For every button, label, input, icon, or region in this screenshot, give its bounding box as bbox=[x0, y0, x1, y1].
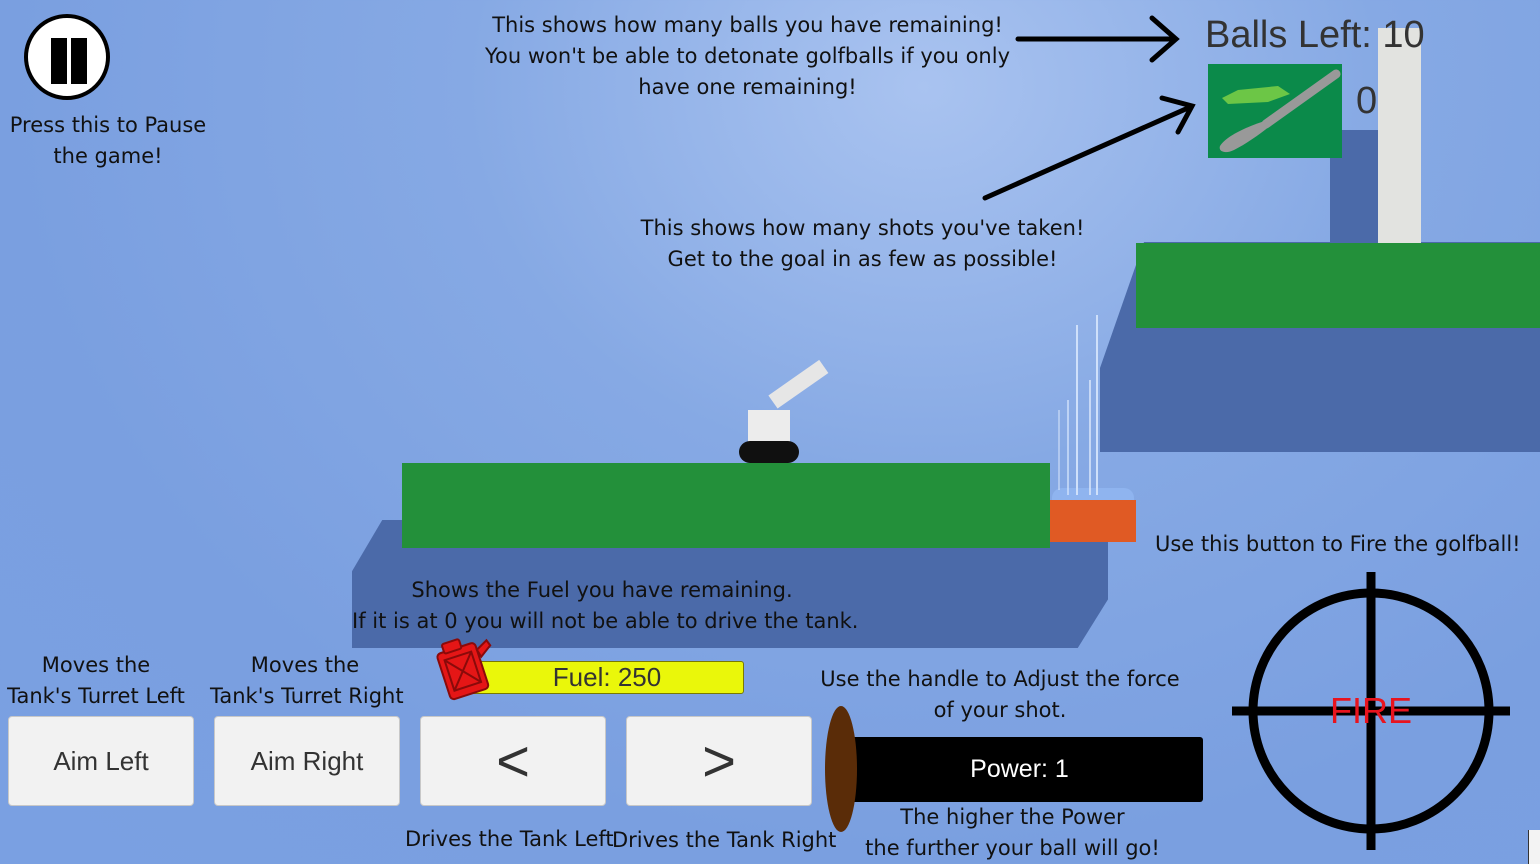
power-slider-track[interactable]: Power: 1 bbox=[836, 737, 1203, 802]
power-tip-bottom: The higher the Power the further your bal… bbox=[865, 805, 1160, 860]
left-platform bbox=[402, 463, 1050, 548]
arrow-to-shots bbox=[982, 95, 1196, 201]
pit-block bbox=[1050, 500, 1136, 542]
shot-counter: 0 bbox=[1356, 80, 1378, 122]
shots-tip: This shows how many shots you've taken! G… bbox=[640, 216, 1085, 271]
aim-left-tip: Moves the Tank's Turret Left bbox=[7, 653, 185, 708]
tank-turret-barrel bbox=[768, 359, 829, 409]
screen-edge bbox=[1528, 830, 1540, 864]
fire-label: FIRE bbox=[1329, 690, 1412, 731]
aim-right-tip: Moves the Tank's Turret Right bbox=[210, 653, 404, 708]
drive-right-tip: Drives the Tank Right bbox=[612, 828, 837, 852]
balls-left-counter: Balls Left: 10 bbox=[1205, 14, 1425, 56]
pause-icon bbox=[51, 38, 67, 84]
pause-button[interactable] bbox=[24, 14, 110, 100]
fuel-can-icon bbox=[436, 638, 492, 701]
fire-tip: Use this button to Fire the golfball! bbox=[1155, 532, 1521, 556]
arrow-to-balls bbox=[1015, 15, 1180, 63]
tank-tread bbox=[739, 441, 799, 463]
pause-icon-bar bbox=[71, 38, 87, 84]
aim-left-button[interactable]: Aim Left bbox=[8, 716, 194, 806]
drive-left-tip: Drives the Tank Left bbox=[405, 827, 614, 851]
tank-turret bbox=[748, 410, 790, 444]
balls-tip: This shows how many balls you have remai… bbox=[484, 13, 1010, 99]
fuel-tip: Shows the Fuel you have remaining. If it … bbox=[352, 578, 859, 633]
right-platform bbox=[1136, 243, 1540, 328]
pause-tip: Press this to Pause the game! bbox=[9, 113, 207, 168]
drive-left-button[interactable]: < bbox=[420, 716, 606, 806]
fuel-bar: Fuel: 250 bbox=[470, 661, 744, 694]
aim-right-button[interactable]: Aim Right bbox=[214, 716, 400, 806]
goal-pole bbox=[1378, 28, 1421, 243]
rising-particles bbox=[1058, 315, 1098, 495]
power-tip-top: Use the handle to Adjust the force of you… bbox=[820, 667, 1180, 722]
power-slider-handle[interactable] bbox=[825, 706, 857, 832]
golf-club-icon bbox=[1208, 64, 1342, 158]
drive-right-button[interactable]: > bbox=[626, 716, 812, 806]
